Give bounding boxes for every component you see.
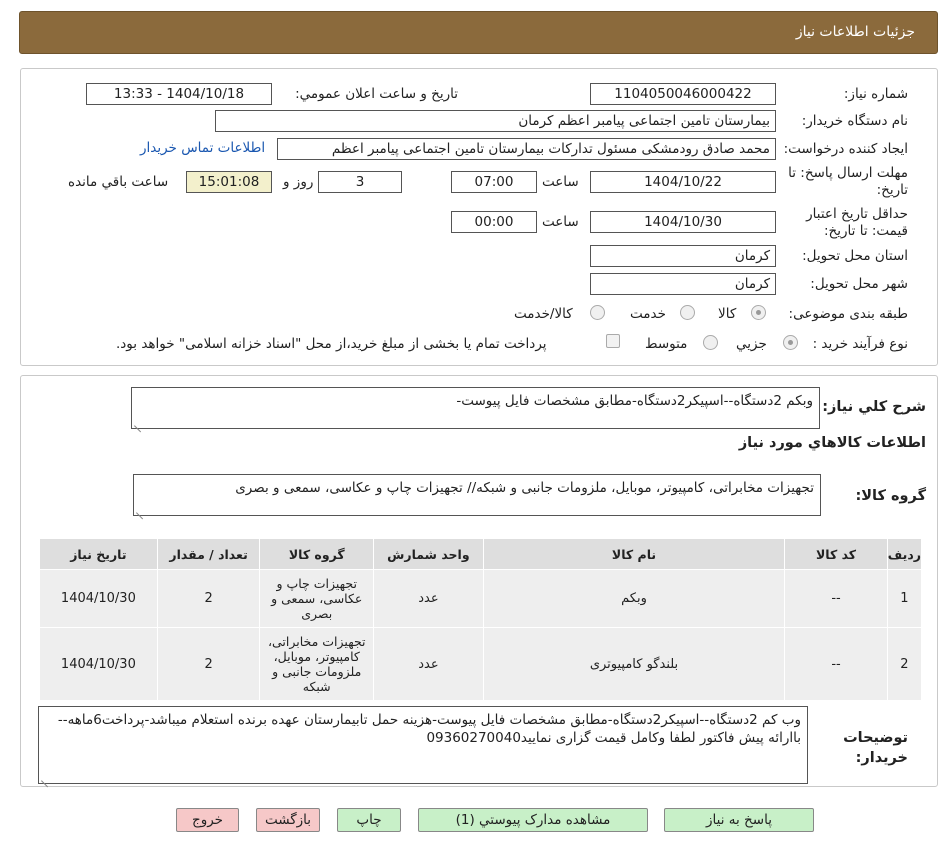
resize-grip-icon[interactable] — [134, 418, 142, 426]
payment-note: پرداخت تمام یا بخشی از مبلغ خرید،از محل … — [116, 336, 547, 352]
category-radio-goods[interactable] — [751, 305, 766, 320]
buyer-notes-text: وب کم 2دستگاه--اسپیکر2دستگاه-مطابق مشخصا… — [57, 712, 801, 746]
category-option-goods: کالا — [718, 306, 737, 322]
cell-group: تجهیزات چاپ و عکاسی، سمعی و بصری — [259, 569, 375, 628]
goods-group-text: تجهیزات مخابراتی، کامپیوتر، موبایل، ملزو… — [235, 480, 814, 496]
province-label: استان محل تحویل: — [802, 248, 908, 264]
buyer-notes-textarea: وب کم 2دستگاه--اسپیکر2دستگاه-مطابق مشخصا… — [38, 706, 808, 784]
summary-label: شرح کلي نیاز: — [822, 399, 926, 415]
goods-table: ردیف کد کالا نام کالا واحد شمارش گروه کا… — [39, 538, 923, 701]
category-option-service: خدمت — [630, 306, 666, 322]
remaining-time-field: 15:01:08 — [186, 171, 272, 193]
validity-date-field: 1404/10/30 — [590, 211, 776, 233]
cell-unit: عدد — [373, 569, 484, 628]
exit-button[interactable]: خروج — [176, 808, 239, 832]
goods-info-title: اطلاعات کالاهاي مورد نیاز — [738, 435, 926, 451]
cell-name: بلندگو کامپیوتری — [482, 627, 786, 701]
summary-textarea: وبکم 2دستگاه--اسپیکر2دستگاه-مطابق مشخصات… — [131, 387, 820, 429]
process-option-minor: جزیي — [736, 336, 767, 352]
goods-group-textarea: تجهیزات مخابراتی، کامپیوتر، موبایل، ملزو… — [133, 474, 821, 516]
reply-time-field: 07:00 — [451, 171, 537, 193]
cell-group: تجهیزات مخابراتی، کامپیوتر، موبایل، ملزو… — [259, 627, 375, 701]
process-label: نوع فرآیند خرید : — [812, 336, 908, 352]
back-button[interactable]: بازگشت — [256, 808, 320, 832]
validity-time-field: 00:00 — [451, 211, 537, 233]
col-group: گروه کالا — [259, 538, 375, 570]
reply-date-field: 1404/10/22 — [590, 171, 776, 193]
col-code: کد کالا — [784, 538, 888, 570]
category-radio-goods-service[interactable] — [590, 305, 605, 320]
col-date: تاریخ نیاز — [39, 538, 158, 570]
cell-unit: عدد — [373, 627, 484, 701]
contact-info-link[interactable]: اطلاعات تماس خریدار — [140, 140, 265, 156]
need-number-label: شماره نیاز: — [843, 86, 908, 102]
attachments-button[interactable]: مشاهده مدارک پیوستي (1) — [418, 808, 648, 832]
cell-code: -- — [784, 569, 888, 628]
reply-time-label: ساعت — [542, 174, 579, 190]
need-number-field: 1104050046000422 — [590, 83, 776, 105]
category-radio-service[interactable] — [680, 305, 695, 320]
validity-time-label: ساعت — [542, 214, 579, 230]
category-label: طبقه بندی موضوعی: — [788, 306, 908, 322]
page-title: جزئیات اطلاعات نیاز — [795, 24, 915, 40]
cell-qty: 2 — [156, 569, 261, 628]
requester-field: محمد صادق رودمشکی مسئول تدارکات بیمارستا… — [277, 138, 776, 160]
resize-grip-icon[interactable] — [136, 505, 144, 513]
buyer-org-field: بیمارستان تامین اجتماعی پیامبر اعظم کرما… — [215, 110, 776, 132]
reply-deadline-label: مهلت ارسال پاسخ: تا تاریخ: — [788, 165, 908, 198]
col-row: ردیف — [886, 538, 923, 570]
table-row[interactable]: 1 -- وبکم عدد تجهیزات چاپ و عکاسی، سمعی … — [39, 569, 923, 628]
city-label: شهر محل تحویل: — [810, 276, 908, 292]
page-header: جزئیات اطلاعات نیاز — [19, 11, 938, 54]
announce-field: 1404/10/18 - 13:33 — [86, 83, 272, 105]
print-button[interactable]: چاپ — [337, 808, 401, 832]
table-header-row: ردیف کد کالا نام کالا واحد شمارش گروه کا… — [39, 538, 923, 570]
cell-date: 1404/10/30 — [39, 627, 158, 701]
cell-qty: 2 — [156, 627, 261, 701]
resize-grip-icon[interactable] — [41, 773, 49, 781]
process-option-medium: متوسط — [645, 336, 688, 352]
days-label: روز و — [283, 174, 314, 190]
cell-code: -- — [784, 627, 888, 701]
cell-row: 2 — [886, 627, 923, 701]
process-radio-minor[interactable] — [783, 335, 798, 350]
table-row[interactable]: 2 -- بلندگو کامپیوتری عدد تجهیزات مخابرا… — [39, 627, 923, 701]
cell-row: 1 — [886, 569, 923, 628]
col-name: نام کالا — [482, 538, 786, 570]
city-field: کرمان — [590, 273, 776, 295]
goods-group-label: گروه کالا: — [855, 488, 926, 504]
category-option-goods-service: کالا/خدمت — [514, 306, 573, 322]
reply-button[interactable]: پاسخ به نیاز — [664, 808, 814, 832]
days-field: 3 — [318, 171, 402, 193]
cell-name: وبکم — [482, 569, 786, 628]
process-radio-medium[interactable] — [703, 335, 718, 350]
price-validity-label: حداقل تاریخ اعتبار قیمت: تا تاریخ: — [806, 206, 908, 239]
cell-date: 1404/10/30 — [39, 569, 158, 628]
summary-text: وبکم 2دستگاه--اسپیکر2دستگاه-مطابق مشخصات… — [456, 393, 813, 409]
buyer-notes-label: توضیحات خریدار: — [843, 730, 908, 766]
announce-label: تاریخ و ساعت اعلان عمومي: — [295, 86, 458, 102]
remaining-label: ساعت باقي مانده — [68, 174, 169, 190]
col-unit: واحد شمارش — [373, 538, 484, 570]
treasury-checkbox[interactable] — [606, 334, 620, 348]
col-qty: تعداد / مقدار — [156, 538, 261, 570]
requester-label: ایجاد کننده درخواست: — [783, 141, 908, 157]
buyer-org-label: نام دستگاه خریدار: — [801, 113, 908, 129]
province-field: کرمان — [590, 245, 776, 267]
